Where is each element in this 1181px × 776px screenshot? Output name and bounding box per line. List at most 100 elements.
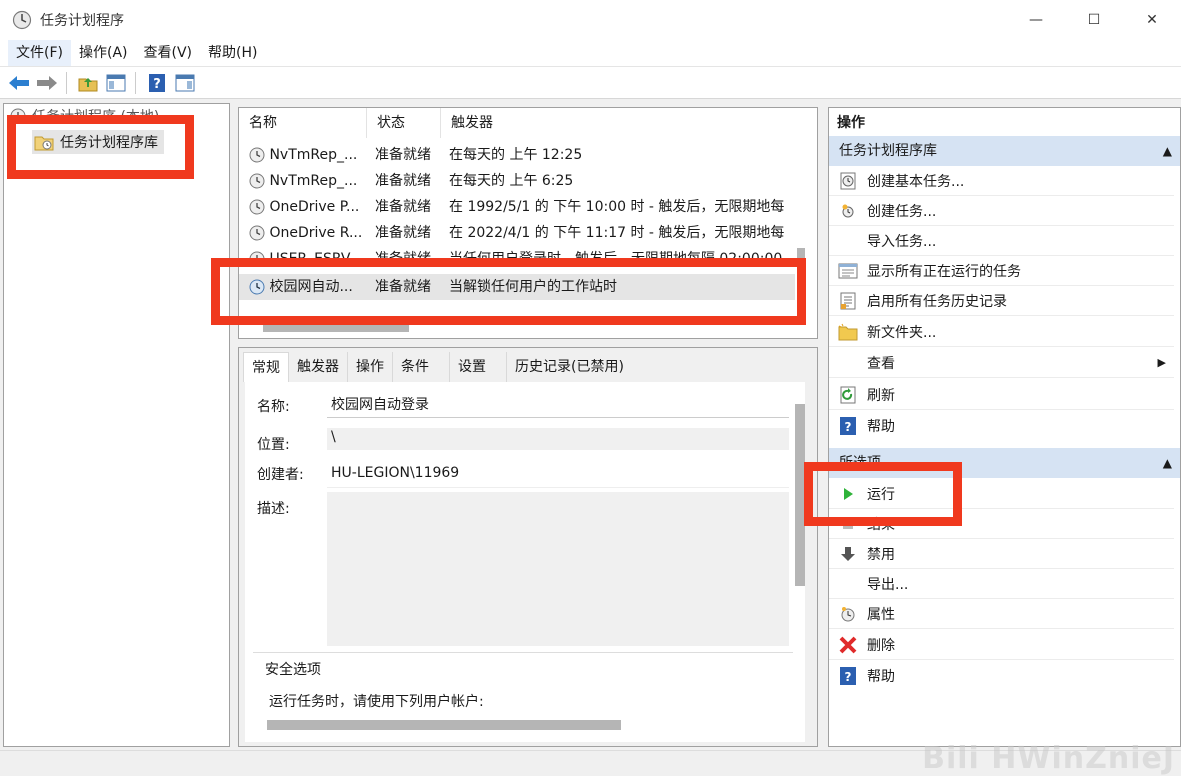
task-details-pane: 常规 触发器 操作 条件 设置 历史记录(已禁用) 名称: 校园网自动登录 位置… — [238, 347, 818, 747]
forward-arrow-icon — [37, 75, 57, 90]
task-status: 准备就绪 — [375, 199, 431, 215]
collapse-triangle-icon[interactable]: ▲ — [1163, 448, 1172, 478]
tree-item-root[interactable]: 任务计划程序 (本地) — [10, 106, 159, 126]
menu-file[interactable]: 文件(F) — [8, 40, 71, 66]
author-label: 创建者: — [257, 467, 304, 483]
action-properties[interactable]: 属性 — [829, 599, 1174, 629]
svg-text:?: ? — [845, 670, 852, 684]
section-header-library[interactable]: 任务计划程序库 ▲ — [829, 136, 1180, 166]
minimize-button[interactable]: — — [1007, 0, 1065, 40]
section-header-selected[interactable]: 所选项 ▲ — [829, 448, 1180, 478]
show-tree-button[interactable] — [103, 70, 129, 96]
tab-settings[interactable]: 设置 — [450, 352, 507, 382]
tab-triggers[interactable]: 触发器 — [289, 352, 348, 382]
action-help[interactable]: ? 帮助 — [829, 411, 1174, 441]
action-refresh[interactable]: 刷新 — [829, 380, 1174, 410]
watermark: Bili HWinZnieJ — [922, 741, 1175, 776]
action-create-task[interactable]: 创建任务... — [829, 196, 1174, 226]
task-row[interactable]: OneDrive P... 准备就绪 在 1992/5/1 的 下午 10:00… — [239, 194, 795, 220]
name-field[interactable]: 校园网自动登录 — [327, 392, 789, 418]
tree-item-library[interactable]: 任务计划程序库 — [32, 130, 164, 154]
run-icon — [844, 487, 853, 500]
actions-title: 操作 — [837, 115, 865, 131]
end-icon — [843, 518, 853, 529]
menu-help[interactable]: 帮助(H) — [200, 40, 265, 66]
clock-icon — [249, 279, 265, 295]
action-view[interactable]: 查看 ▶ — [829, 348, 1174, 378]
menu-action[interactable]: 操作(A) — [71, 40, 136, 66]
show-action-pane-button[interactable] — [172, 70, 198, 96]
task-row-selected[interactable]: 校园网自动... 准备就绪 当解锁任何用户的工作站时 — [239, 274, 795, 300]
submenu-arrow-icon: ▶ — [1157, 356, 1166, 369]
location-label: 位置: — [257, 437, 290, 453]
running-tasks-icon — [838, 263, 858, 278]
task-status: 准备就绪 — [375, 225, 431, 241]
description-field[interactable] — [327, 492, 789, 646]
help-icon: ? — [840, 667, 856, 685]
action-enable-history[interactable]: 启用所有任务历史记录 — [829, 286, 1174, 316]
action-delete[interactable]: 删除 — [829, 630, 1174, 660]
task-trigger: 在 2022/4/1 的 下午 11:17 时 - 触发后，无限期地每 — [449, 225, 785, 241]
toolbar-separator — [135, 71, 136, 94]
action-run[interactable]: 运行 — [829, 479, 1174, 509]
action-new-folder[interactable]: 新文件夹... — [829, 317, 1174, 347]
task-list-horizontal-scrollbar[interactable] — [263, 324, 409, 332]
action-disable[interactable]: 禁用 — [829, 539, 1174, 569]
action-export[interactable]: 导出... — [829, 569, 1174, 599]
action-import-task[interactable]: 导入任务... — [829, 226, 1174, 256]
back-button[interactable] — [6, 70, 32, 96]
tab-actions[interactable]: 操作 — [348, 352, 393, 382]
section-header-library-label: 任务计划程序库 — [839, 143, 937, 159]
up-folder-button[interactable] — [75, 70, 101, 96]
disable-icon — [841, 546, 855, 561]
tab-conditions[interactable]: 条件 — [393, 352, 450, 382]
help-toolbar-button[interactable]: ? — [144, 70, 170, 96]
tab-general[interactable]: 常规 — [243, 352, 289, 382]
column-header-trigger[interactable]: 触发器 — [441, 108, 795, 138]
author-value: HU-LEGION\11969 — [327, 458, 789, 488]
column-header-status[interactable]: 状态 — [367, 108, 441, 138]
title-bar: 任务计划程序 — ☐ ✕ — [0, 0, 1181, 40]
delete-icon — [839, 636, 857, 653]
task-status: 准备就绪 — [375, 173, 431, 189]
section-header-selected-label: 所选项 — [839, 455, 881, 471]
task-row[interactable]: NvTmRep_... 准备就绪 在每天的 上午 6:25 — [239, 168, 795, 194]
collapse-triangle-icon[interactable]: ▲ — [1163, 136, 1172, 166]
task-status: 准备就绪 — [375, 147, 431, 163]
maximize-button[interactable]: ☐ — [1065, 0, 1123, 40]
task-name: OneDrive R... — [269, 225, 363, 241]
clock-icon — [249, 147, 265, 163]
back-arrow-icon — [9, 75, 29, 90]
svg-text:?: ? — [845, 420, 852, 434]
new-folder-icon — [838, 323, 858, 340]
general-tab-content: 名称: 校园网自动登录 位置: \ 创建者: HU-LEGION\11969 描… — [245, 382, 805, 742]
menu-view[interactable]: 查看(V) — [136, 40, 201, 66]
task-scheduler-app-icon — [12, 10, 32, 30]
task-row[interactable]: NvTmRep_... 准备就绪 在每天的 上午 12:25 — [239, 142, 795, 168]
tree-library-label: 任务计划程序库 — [60, 135, 158, 151]
task-name: OneDrive P... — [269, 199, 360, 215]
column-header-name[interactable]: 名称 — [239, 108, 367, 138]
action-help-selected[interactable]: ? 帮助 — [829, 661, 1174, 691]
forward-button[interactable] — [34, 70, 60, 96]
task-list-vertical-scrollbar[interactable] — [797, 248, 805, 298]
task-trigger: 在每天的 上午 12:25 — [449, 147, 583, 163]
help-icon: ? — [149, 73, 165, 92]
close-button[interactable]: ✕ — [1123, 0, 1181, 40]
help-icon: ? — [840, 417, 856, 435]
action-end[interactable]: 结束 — [829, 509, 1174, 539]
name-label: 名称: — [257, 399, 290, 415]
tab-history[interactable]: 历史记录(已禁用) — [507, 352, 632, 382]
details-horizontal-scrollbar[interactable] — [267, 720, 621, 730]
task-row[interactable]: OneDrive R... 准备就绪 在 2022/4/1 的 下午 11:17… — [239, 220, 795, 246]
actions-pane: 操作 任务计划程序库 ▲ 创建基本任务... 创建任务... 导入任务... 显… — [828, 107, 1181, 747]
task-trigger: 当解锁任何用户的工作站时 — [449, 279, 617, 295]
task-name: USER_ESRV... — [269, 251, 362, 260]
details-tabs: 常规 触发器 操作 条件 设置 历史记录(已禁用) — [243, 352, 632, 382]
action-show-running-tasks[interactable]: 显示所有正在运行的任务 — [829, 256, 1174, 286]
history-icon — [840, 292, 856, 309]
task-row[interactable]: USER_ESRV... 准备就绪 当任何用户登录时 - 触发后，无限期地每隔 … — [239, 246, 795, 260]
action-create-basic-task[interactable]: 创建基本任务... — [829, 166, 1174, 196]
navigation-tree-pane: 任务计划程序 (本地) 任务计划程序库 — [3, 103, 230, 747]
details-vertical-scrollbar[interactable] — [795, 404, 805, 586]
